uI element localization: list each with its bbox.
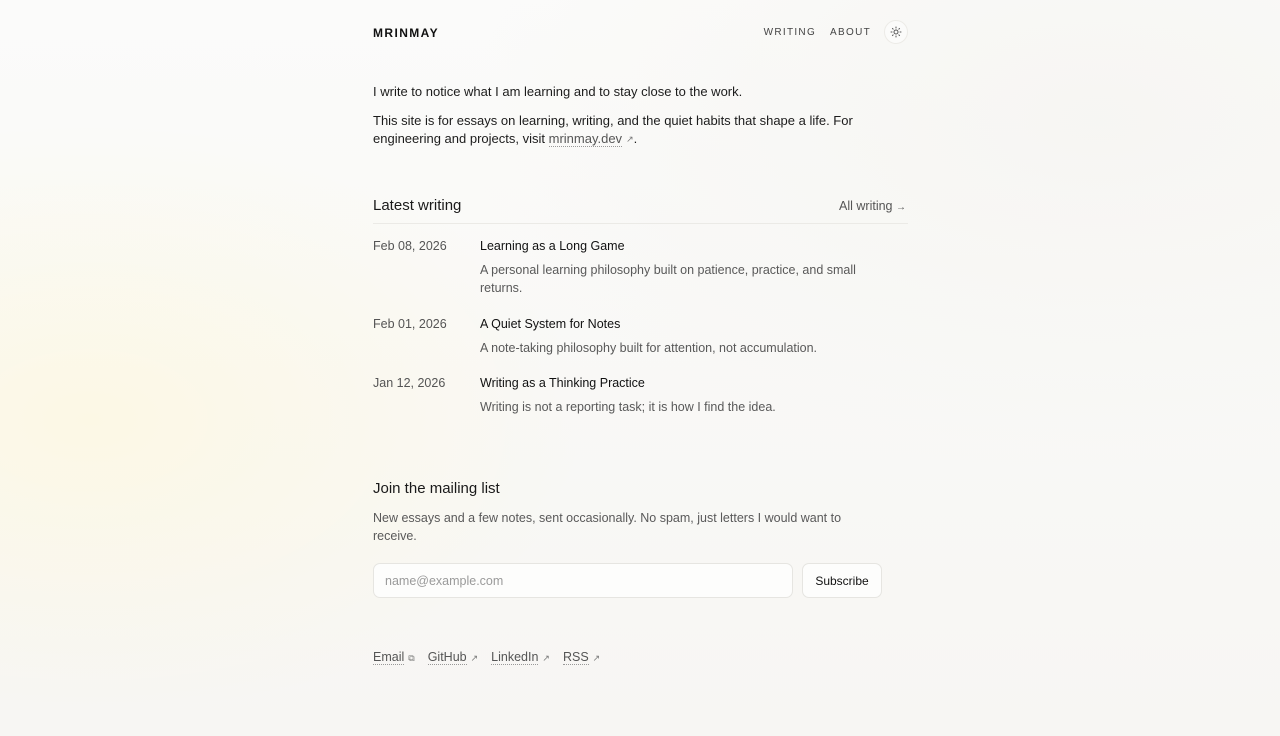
post-date: Feb 01, 2026 bbox=[373, 317, 447, 331]
email-input[interactable] bbox=[373, 563, 793, 598]
page-container: MRINMAY WRITING ABOUT I write to notice … bbox=[373, 0, 908, 665]
post-title-link[interactable]: A Quiet System for Notes bbox=[480, 317, 620, 331]
footer-item-github: GitHub ↗ bbox=[427, 650, 479, 665]
intro-paragraph: This site is for essays on learning, wri… bbox=[373, 112, 908, 148]
post-description: Writing is not a reporting task; it is h… bbox=[480, 400, 776, 414]
latest-writing-title: Latest writing bbox=[373, 197, 462, 214]
sun-icon bbox=[890, 26, 902, 38]
footer-item-rss: RSS ↗ bbox=[562, 650, 601, 665]
site-logo[interactable]: MRINMAY bbox=[373, 26, 439, 40]
post-title-link[interactable]: Writing as a Thinking Practice bbox=[480, 376, 645, 390]
footer-item-linkedin: LinkedIn ↗ bbox=[491, 650, 550, 665]
email-link[interactable]: Email bbox=[373, 650, 405, 665]
intro-line: I write to notice what I am learning and… bbox=[373, 84, 743, 99]
github-link[interactable]: GitHub bbox=[427, 650, 467, 665]
post-description: A note-taking philosophy built for atten… bbox=[480, 341, 818, 355]
post-title-link[interactable]: Learning as a Long Game bbox=[480, 239, 625, 253]
subscribe-button[interactable]: Subscribe bbox=[802, 563, 882, 598]
copy-icon[interactable]: ⧉ bbox=[408, 653, 414, 664]
nav-writing[interactable]: WRITING bbox=[764, 27, 816, 38]
mailing-list-description: New essays and a few notes, sent occasio… bbox=[373, 511, 842, 543]
footer-links: Email ⧉ GitHub ↗ LinkedIn ↗ RSS ↗ bbox=[373, 650, 613, 665]
post-date: Jan 12, 2026 bbox=[373, 376, 446, 390]
intro-suffix: . bbox=[633, 131, 638, 146]
nav-about[interactable]: ABOUT bbox=[830, 27, 871, 38]
post-description: A personal learning philosophy built on … bbox=[480, 263, 856, 295]
footer-item-email: Email ⧉ bbox=[373, 650, 415, 665]
all-writing-link[interactable]: All writing → bbox=[839, 199, 906, 213]
latest-writing-header: Latest writing All writing → bbox=[373, 196, 908, 224]
arrow-right-icon: → bbox=[896, 202, 906, 213]
theme-toggle-button[interactable] bbox=[884, 20, 908, 44]
rss-link[interactable]: RSS bbox=[562, 650, 589, 665]
all-writing-label: All writing bbox=[839, 199, 893, 213]
post-date: Feb 08, 2026 bbox=[373, 239, 447, 253]
external-link-icon: ↗ bbox=[542, 653, 550, 663]
linkedin-link[interactable]: LinkedIn bbox=[491, 650, 539, 665]
external-link-icon: ↗ bbox=[470, 653, 479, 663]
mrinmay-dev-link[interactable]: mrinmay.dev bbox=[548, 131, 623, 147]
external-link-icon: ↗ bbox=[592, 653, 601, 663]
external-link-icon: ↗ bbox=[626, 134, 634, 144]
site-header: MRINMAY WRITING ABOUT bbox=[373, 0, 908, 66]
mailing-list-title: Join the mailing list bbox=[373, 480, 500, 497]
main-nav: WRITING ABOUT bbox=[764, 20, 908, 44]
